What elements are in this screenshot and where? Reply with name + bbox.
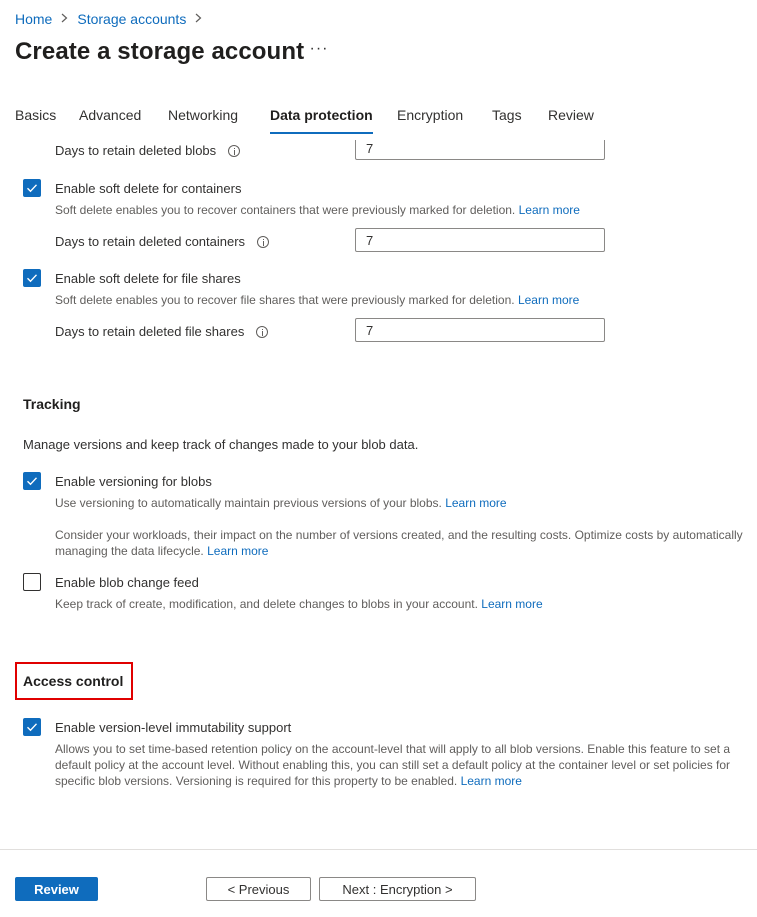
checkmark-icon: [27, 723, 38, 732]
info-icon: [228, 144, 241, 157]
tracking-section-title: Tracking: [23, 396, 81, 412]
tab-bar: Basics Advanced Networking Data protecti…: [15, 104, 598, 134]
access-control-section-title: Access control: [23, 673, 124, 689]
change-feed-checkbox[interactable]: [23, 573, 41, 591]
change-feed-label: Enable blob change feed: [55, 575, 199, 590]
days-retain-file-shares-label: Days to retain deleted file shares: [55, 324, 269, 339]
page-title: Create a storage account: [15, 38, 305, 65]
form-content[interactable]: Days to retain deleted blobs Enable soft…: [0, 140, 757, 848]
learn-more-link[interactable]: Learn more: [481, 597, 542, 611]
checkmark-icon: [27, 184, 38, 193]
breadcrumb: Home Storage accounts: [15, 10, 211, 28]
info-icon: [257, 235, 270, 248]
versioning-cost-note: Consider your workloads, their impact on…: [55, 528, 743, 558]
checkmark-icon: [27, 477, 38, 486]
footer-divider: [0, 849, 757, 850]
days-retain-file-shares-input[interactable]: [355, 318, 605, 342]
review-button[interactable]: Review: [15, 877, 98, 901]
versioning-checkbox[interactable]: [23, 472, 41, 490]
days-retain-containers-label: Days to retain deleted containers: [55, 234, 270, 249]
learn-more-link[interactable]: Learn more: [519, 203, 580, 217]
tab-advanced[interactable]: Advanced: [79, 104, 168, 134]
tab-encryption[interactable]: Encryption: [397, 104, 492, 134]
days-retain-containers-input[interactable]: [355, 228, 605, 252]
immutability-description: Allows you to set time-based retention p…: [55, 742, 731, 788]
soft-delete-containers-checkbox[interactable]: [23, 179, 41, 197]
soft-delete-file-shares-description: Soft delete enables you to recover file …: [55, 293, 580, 307]
versioning-description: Use versioning to automatically maintain…: [55, 496, 507, 510]
days-retain-blobs-label: Days to retain deleted blobs: [55, 143, 241, 158]
tab-review[interactable]: Review: [548, 104, 598, 134]
tab-data-protection[interactable]: Data protection: [270, 104, 373, 134]
immutability-checkbox[interactable]: [23, 718, 41, 736]
learn-more-link[interactable]: Learn more: [461, 774, 522, 788]
breadcrumb-storage-accounts-link[interactable]: Storage accounts: [77, 11, 186, 27]
tracking-section-description: Manage versions and keep track of change…: [23, 437, 419, 452]
versioning-label: Enable versioning for blobs: [55, 474, 212, 489]
soft-delete-file-shares-checkbox[interactable]: [23, 269, 41, 287]
previous-button[interactable]: < Previous: [206, 877, 311, 901]
breadcrumb-home-link[interactable]: Home: [15, 11, 52, 27]
info-icon: [256, 325, 269, 338]
change-feed-description: Keep track of create, modification, and …: [55, 597, 543, 611]
tab-networking[interactable]: Networking: [168, 104, 270, 134]
checkmark-icon: [27, 274, 38, 283]
tab-tags[interactable]: Tags: [492, 104, 548, 134]
soft-delete-containers-label: Enable soft delete for containers: [55, 181, 242, 196]
learn-more-link[interactable]: Learn more: [518, 293, 579, 307]
immutability-label: Enable version-level immutability suppor…: [55, 720, 292, 735]
learn-more-link[interactable]: Learn more: [445, 496, 506, 510]
more-options-button[interactable]: ···: [309, 40, 329, 62]
chevron-right-icon: [195, 12, 202, 26]
days-retain-blobs-input[interactable]: [355, 140, 605, 160]
learn-more-link[interactable]: Learn more: [207, 544, 268, 558]
chevron-right-icon: [61, 12, 68, 26]
soft-delete-containers-description: Soft delete enables you to recover conta…: [55, 203, 580, 217]
next-encryption-button[interactable]: Next : Encryption >: [319, 877, 476, 901]
soft-delete-file-shares-label: Enable soft delete for file shares: [55, 271, 241, 286]
tab-basics[interactable]: Basics: [15, 104, 79, 134]
